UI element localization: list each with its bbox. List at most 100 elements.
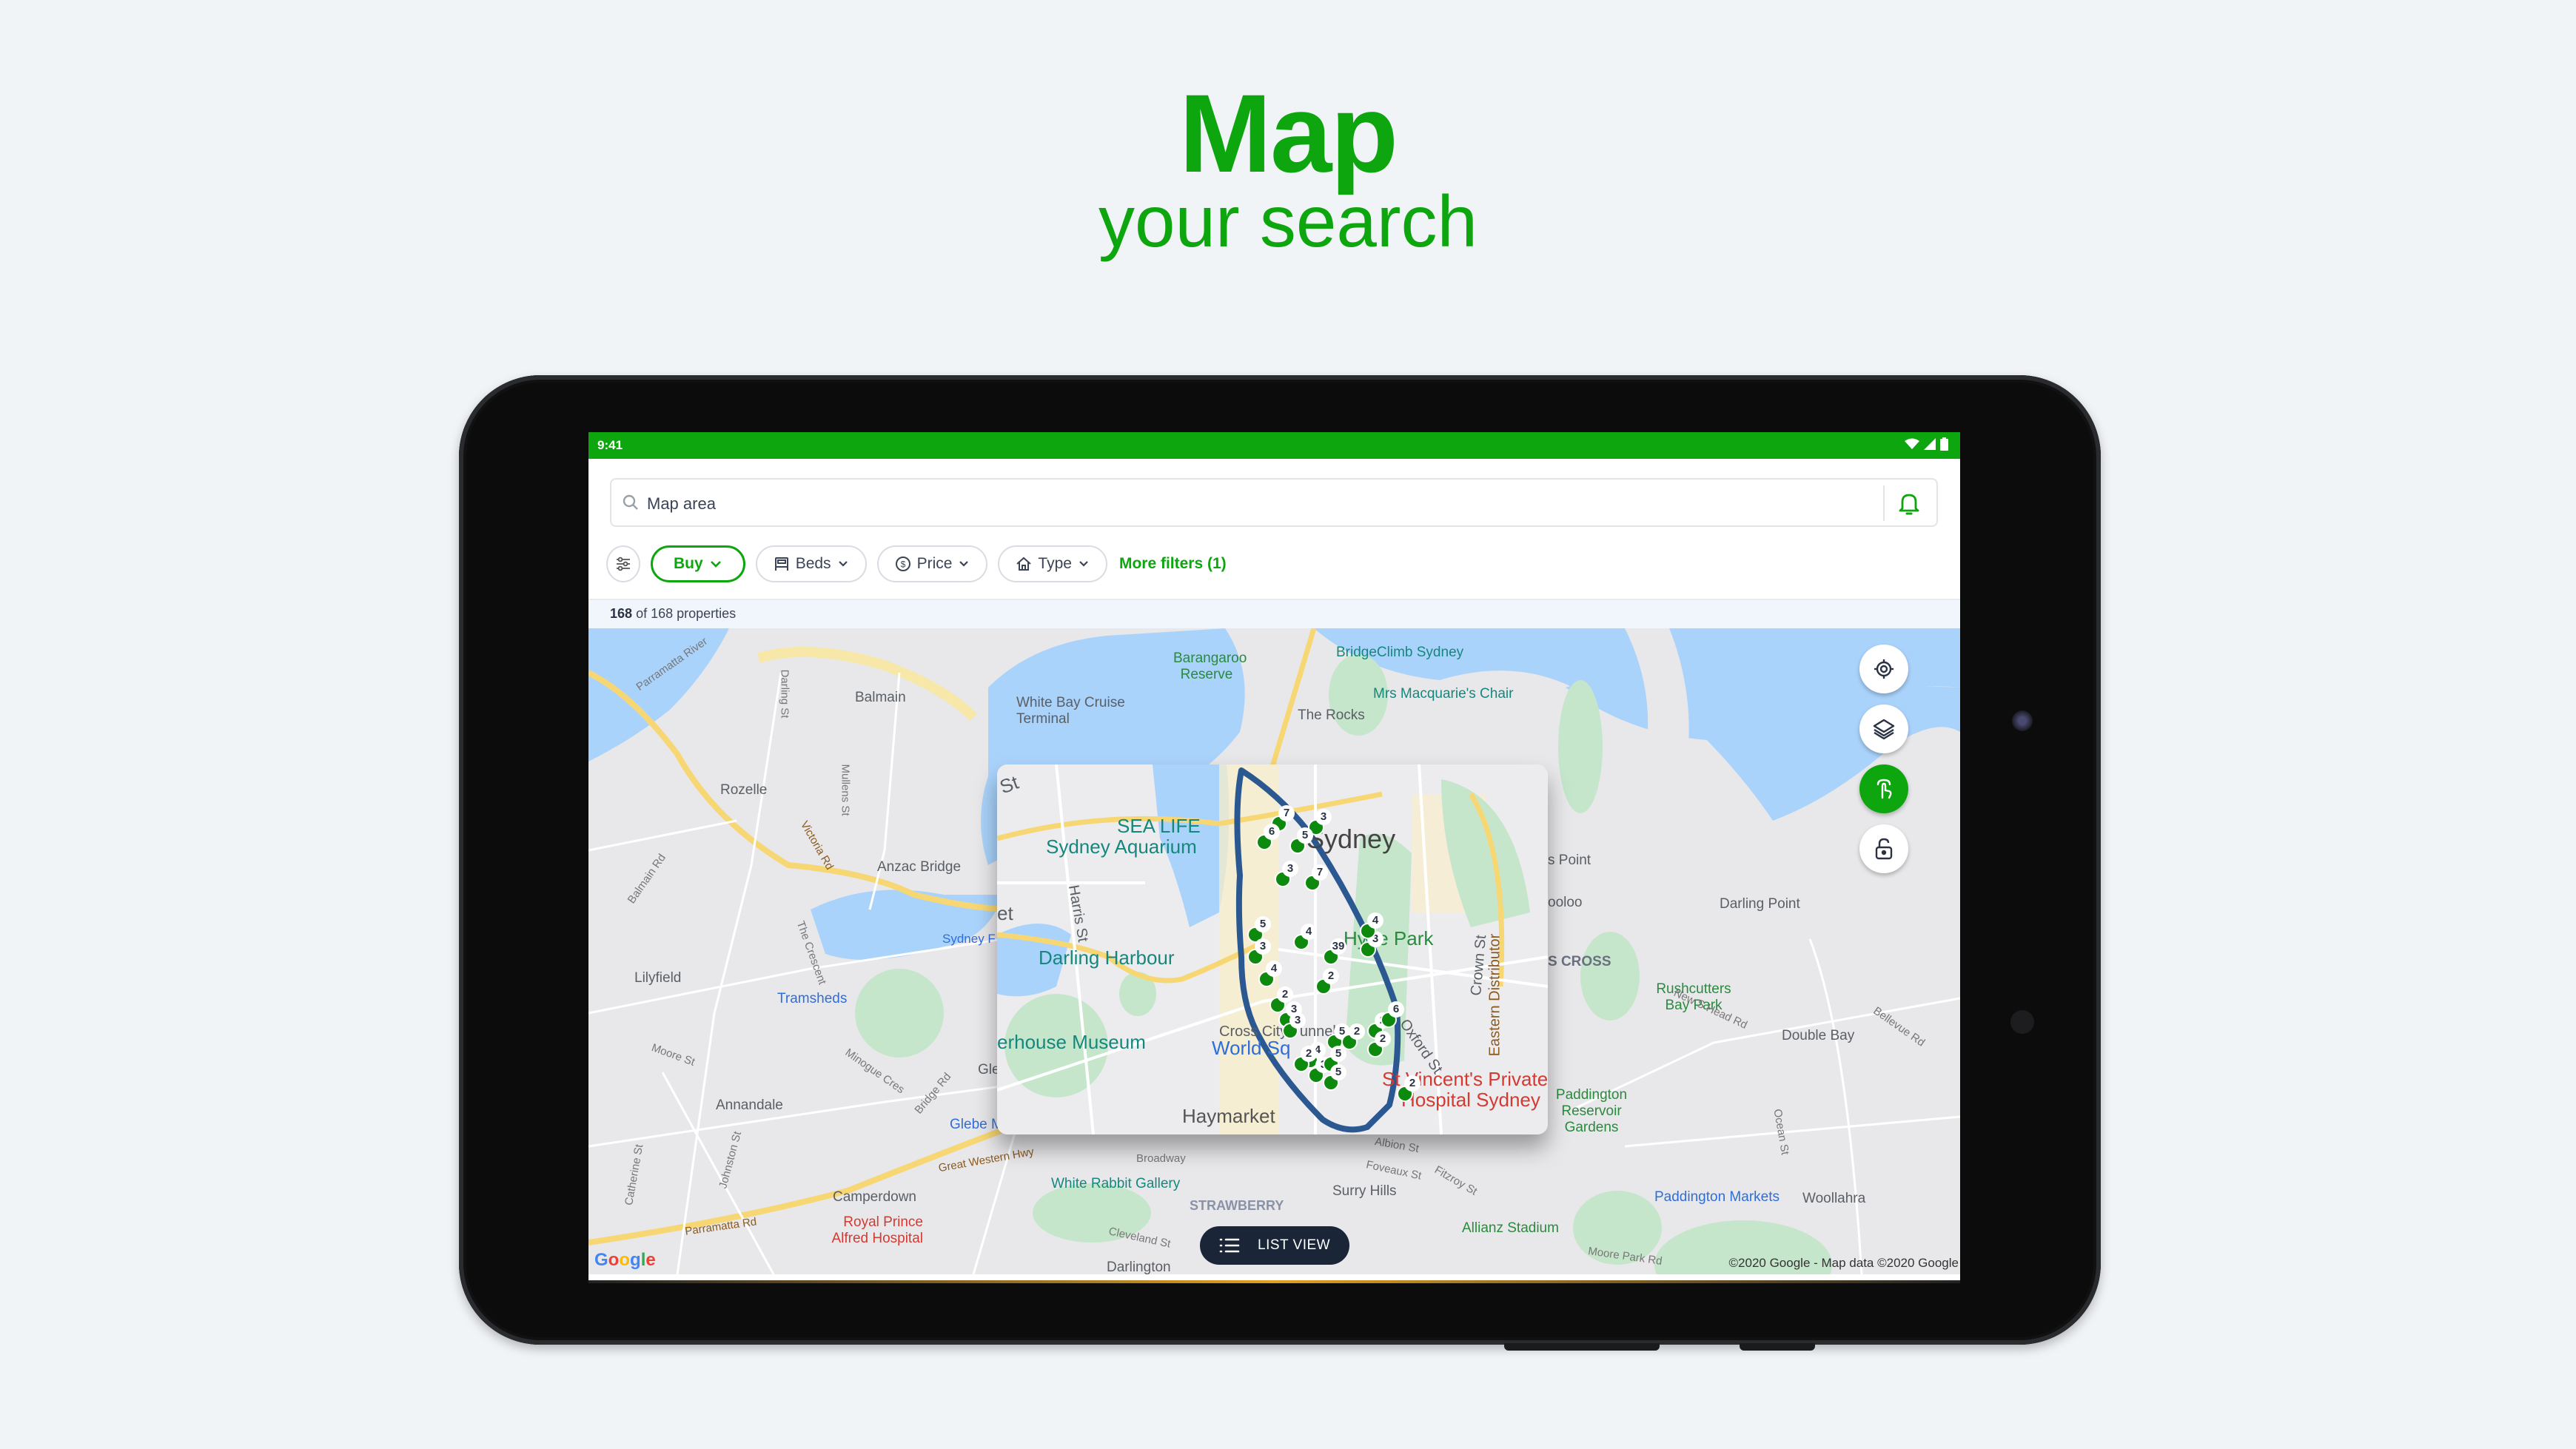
crosshair-icon xyxy=(1874,659,1894,679)
map-label-anzac-bridge: Anzac Bridge xyxy=(877,859,962,875)
map-label-allianz: Allianz Stadium xyxy=(1462,1220,1559,1236)
filter-chip-beds[interactable]: Beds xyxy=(755,545,867,582)
results-count-bar: 168 of 168 properties xyxy=(588,599,1960,630)
street-mullens-st: Mullens St xyxy=(839,764,852,816)
map-label-camperdown: Camperdown xyxy=(833,1189,916,1205)
map-view[interactable]: Balmain Rozelle Lilyfield Annandale Camp… xyxy=(588,628,1960,1274)
inset-label-et: et xyxy=(997,902,1013,924)
property-marker-count: 3 xyxy=(1289,1012,1306,1029)
map-label-double-bay: Double Bay xyxy=(1782,1028,1855,1043)
filter-settings-button[interactable] xyxy=(606,545,640,582)
property-marker-count: 2 xyxy=(1301,1046,1317,1062)
map-label-wooloo: ooloo xyxy=(1548,895,1583,910)
property-marker-count: 4 xyxy=(1266,961,1282,977)
lock-button[interactable] xyxy=(1859,824,1908,873)
property-marker-count: 2 xyxy=(1404,1075,1421,1092)
inset-street-cross-city: Cross City Tunnel xyxy=(1219,1023,1336,1040)
inset-street-eastern-distributor: Eastern Distributor xyxy=(1486,933,1503,1057)
map-label-the-rocks: The Rocks xyxy=(1298,707,1365,723)
map-label-bridgeclimb: BridgeClimb Sydney xyxy=(1336,645,1464,660)
property-marker-count: 2 xyxy=(1277,986,1293,1003)
map-label-balmain: Balmain xyxy=(855,690,906,705)
draw-button[interactable] xyxy=(1859,764,1908,813)
svg-text:$: $ xyxy=(900,559,905,570)
property-marker-count: 2 xyxy=(1375,1031,1391,1047)
filter-chip-beds-label: Beds xyxy=(795,555,831,572)
property-marker-count: 4 xyxy=(1301,924,1317,940)
map-label-surry-hills: Surry Hills xyxy=(1332,1183,1397,1199)
list-view-button[interactable]: LIST VIEW xyxy=(1200,1226,1349,1265)
more-filters-link[interactable]: More filters (1) xyxy=(1119,555,1227,573)
map-label-rpa: Royal Prince Alfred Hospital xyxy=(831,1214,923,1246)
property-marker-count: 5 xyxy=(1330,1064,1346,1080)
draw-hand-icon xyxy=(1876,779,1892,799)
app-screen: 9:41 Map area Buy Beds $ Price Type More… xyxy=(588,432,1960,1283)
inset-label-darling-harbour: Darling Harbour xyxy=(1039,947,1175,969)
locate-button[interactable] xyxy=(1859,645,1908,693)
inset-label-sea-life: SEA LIFE xyxy=(1117,815,1201,837)
property-marker-count: 6 xyxy=(1264,824,1280,840)
filter-chip-buy-label: Buy xyxy=(674,555,703,572)
map-label-paddington-markets: Paddington Markets xyxy=(1654,1189,1780,1205)
map-label-lilyfield: Lilyfield xyxy=(634,970,682,986)
screen-bottom-edge xyxy=(588,1280,1960,1283)
chevron-down-icon xyxy=(710,561,721,568)
search-input[interactable]: Map area xyxy=(610,478,1938,527)
bed-icon xyxy=(774,557,788,571)
map-inset[interactable]: Sydney SEA LIFE Sydney Aquarium Darling … xyxy=(997,764,1548,1134)
chevron-down-icon xyxy=(838,561,848,567)
filter-chip-buy[interactable]: Buy xyxy=(651,545,745,582)
map-copyright: ©2020 Google - Map data ©2020 Google xyxy=(1728,1256,1959,1270)
promo-title: Map xyxy=(1179,71,1398,195)
map-label-white-bay: White Bay Cruise Terminal xyxy=(1016,695,1125,727)
battery-icon xyxy=(1940,437,1948,451)
signal-icon xyxy=(1924,438,1936,450)
list-view-label: LIST VIEW xyxy=(1258,1237,1331,1253)
property-marker-count: 5 xyxy=(1297,827,1313,844)
inset-label-haymarket: Haymarket xyxy=(1182,1105,1275,1127)
filter-chip-type[interactable]: Type xyxy=(998,545,1107,582)
search-placeholder: Map area xyxy=(647,494,716,513)
map-label-tramsheds: Tramsheds xyxy=(777,991,848,1006)
layers-button[interactable] xyxy=(1859,705,1908,753)
inset-label-powerhouse: erhouse Museum xyxy=(997,1031,1146,1053)
promo-subtitle: your search xyxy=(1098,181,1477,262)
map-label-glebe: Glebe M xyxy=(950,1117,1003,1132)
map-label-macquarie: Mrs Macquarie's Chair xyxy=(1373,686,1514,702)
property-marker-count: 7 xyxy=(1312,864,1328,881)
list-icon xyxy=(1219,1238,1240,1253)
status-time: 9:41 xyxy=(597,438,623,452)
property-marker-count: 4 xyxy=(1367,912,1383,929)
results-shown: 168 xyxy=(610,606,633,621)
property-marker-count: 3 xyxy=(1282,861,1298,877)
map-label-darlington: Darlington xyxy=(1107,1260,1171,1274)
map-label-barangaroo: Barangaroo Reserve xyxy=(1173,650,1247,682)
wifi-icon xyxy=(1905,438,1919,449)
filter-bar: Buy Beds $ Price Type More filters (1) xyxy=(606,545,1227,583)
map-label-paddington-reservoir: Paddington Reservoir Gardens xyxy=(1555,1087,1628,1135)
chevron-down-icon xyxy=(1079,561,1088,567)
property-marker-count: 3 xyxy=(1315,809,1332,825)
map-label-sydney-f: Sydney F xyxy=(942,932,996,946)
inset-label-hyde-park: Hyde Park xyxy=(1344,927,1434,949)
house-icon xyxy=(1016,557,1032,571)
power-button xyxy=(1740,1343,1815,1351)
property-marker-count: 5 xyxy=(1255,916,1271,932)
search-icon xyxy=(623,494,638,510)
sliders-icon xyxy=(617,557,630,571)
property-marker-count: 3 xyxy=(1255,938,1271,955)
unlock-icon xyxy=(1875,838,1893,860)
map-label-annandale: Annandale xyxy=(716,1097,783,1113)
filter-chip-price[interactable]: $ Price xyxy=(876,545,988,582)
map-label-strawberry: STRAWBERRY xyxy=(1190,1198,1284,1213)
inset-label-hospital: Hospital Sydney xyxy=(1401,1089,1540,1111)
inset-label-aquarium: Sydney Aquarium xyxy=(1046,836,1197,858)
filter-chip-price-label: Price xyxy=(916,555,953,572)
bell-icon[interactable] xyxy=(1898,491,1920,515)
property-marker-count: 2 xyxy=(1349,1023,1365,1040)
property-marker-count: 2 xyxy=(1323,968,1339,984)
map-label-kings-cross: S CROSS xyxy=(1548,954,1611,969)
results-total: of 168 properties xyxy=(636,606,737,621)
street-darling-st: Darling St xyxy=(778,669,791,719)
chevron-down-icon xyxy=(959,561,969,567)
